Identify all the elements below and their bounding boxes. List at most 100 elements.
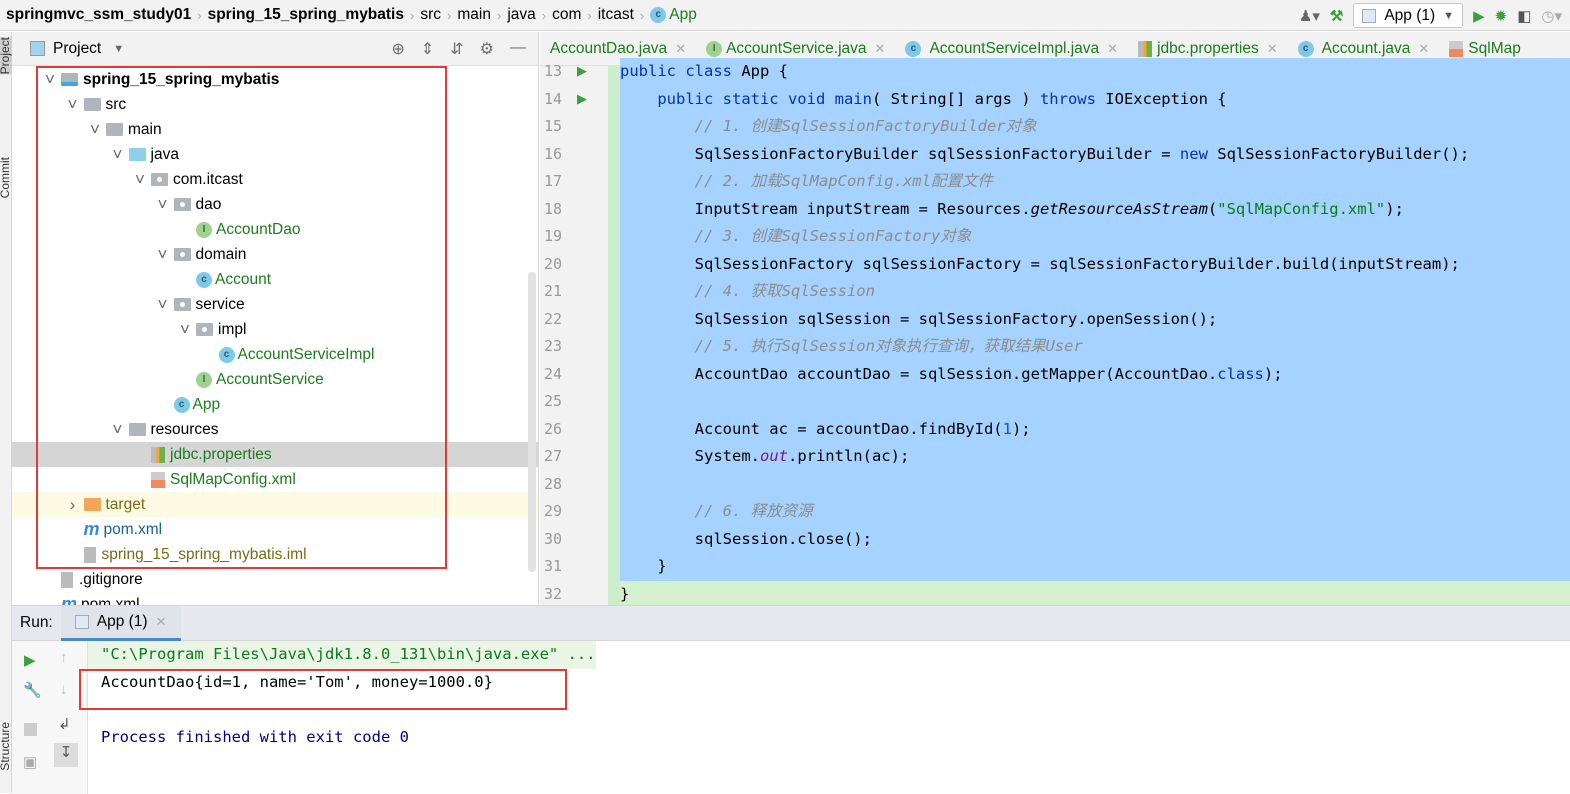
commit-tool-button[interactable]: Commit <box>0 157 12 198</box>
code-token: IOException { <box>1105 89 1227 108</box>
line-number: 28 <box>544 474 563 493</box>
editor-tab[interactable]: AccountDao.java ✕ <box>540 40 696 58</box>
code-line: AccountDao accountDao = sqlSession.getMa… <box>620 360 1570 388</box>
editor-tab[interactable]: SqlMap <box>1439 40 1531 58</box>
editor: AccountDao.java ✕ I AccountService.java ✕ c Ac… <box>540 32 1570 608</box>
run-tab-app[interactable]: App (1) ✕ <box>60 605 181 641</box>
breadcrumb-item[interactable]: springmvc_ssm_study01 <box>2 6 195 24</box>
coverage-icon[interactable]: ◧ <box>1517 7 1531 25</box>
line-number: 29 <box>544 502 563 520</box>
class-icon: c <box>650 6 667 23</box>
line-number: 27 <box>544 447 563 465</box>
tree-item-label: pom.xml <box>81 595 140 606</box>
code-token: InputStream inputStream = Resources. <box>620 199 1031 218</box>
editor-tab[interactable]: I AccountService.java ✕ <box>696 40 895 58</box>
soft-wrap-icon[interactable]: ↲ <box>58 715 71 733</box>
editor-tab[interactable]: jdbc.properties ✕ <box>1128 40 1288 58</box>
run-tab-label: App (1) <box>96 612 148 630</box>
app-config-icon <box>74 614 89 629</box>
tree-scrollbar[interactable] <box>528 272 536 572</box>
locate-icon[interactable]: ⊕ <box>391 39 404 59</box>
code-token: public class <box>620 62 742 80</box>
run-toolbar: ▶ 🔧 ▣ ↑ ↓ ↲ ↧ <box>12 641 88 794</box>
code-token: "SqlMapConfig.xml" <box>1217 199 1386 218</box>
rerun-icon[interactable]: ▶ <box>24 651 36 669</box>
code-token: sqlSession.close(); <box>620 529 872 548</box>
close-icon[interactable]: ✕ <box>675 41 686 57</box>
editor-tab-label: jdbc.properties <box>1157 39 1259 57</box>
code-line: public static void main( String[] args )… <box>620 85 1570 113</box>
close-icon[interactable]: ✕ <box>156 614 167 630</box>
editor-tab[interactable]: c AccountServiceImpl.java ✕ <box>895 40 1128 58</box>
hammer-icon[interactable]: ⚒ <box>1330 7 1343 25</box>
main-toolbar: ♟▾ ⚒ App (1) ▼ ▶ ✹ ◧ ◷▾ <box>1299 0 1570 31</box>
collapse-all-icon[interactable]: ⇵ <box>450 39 463 59</box>
code-line: // 3. 创建SqlSessionFactory对象 <box>620 223 1570 251</box>
code-token: out <box>759 447 788 465</box>
code-token: SqlSession sqlSession = sqlSessionFactor… <box>620 309 1218 328</box>
close-icon[interactable]: ✕ <box>1418 41 1429 57</box>
line-number: 14 <box>544 89 563 108</box>
code-token: 1 <box>1002 419 1012 438</box>
navigation-bar: springmvc_ssm_study01 › spring_15_spring_m… <box>0 0 1570 31</box>
chevron-down-icon[interactable]: ▼ <box>113 43 124 55</box>
structure-tool-button[interactable]: Structure <box>0 722 12 771</box>
breadcrumb-item[interactable]: c App <box>646 6 701 24</box>
code-token: SqlSessionFactoryBuilder(); <box>1217 144 1470 163</box>
camera-icon[interactable]: ▣ <box>23 753 37 771</box>
code-area[interactable]: public class App { public static void ma… <box>620 58 1570 608</box>
line-number: 19 <box>544 227 563 245</box>
code-line <box>620 470 1570 498</box>
line-number: 23 <box>544 337 563 355</box>
code-token: ( <box>1207 199 1218 218</box>
code-token: // 3. 创建SqlSessionFactory对象 <box>694 227 972 245</box>
user-icon[interactable]: ♟▾ <box>1299 7 1320 25</box>
close-icon[interactable]: ✕ <box>1107 41 1118 57</box>
code-token: Account ac = accountDao.findById( <box>620 419 1003 438</box>
code-line: } <box>620 580 1570 608</box>
up-arrow-icon[interactable]: ↑ <box>60 649 68 666</box>
close-icon[interactable]: ✕ <box>1267 41 1278 57</box>
tree-item[interactable]: .gitignore <box>12 567 538 592</box>
line-number: 21 <box>544 282 563 300</box>
debug-icon[interactable]: ✹ <box>1495 7 1508 25</box>
code-token: new <box>1179 144 1218 163</box>
gear-icon[interactable]: ⚙ <box>480 39 494 59</box>
breadcrumb-separator-icon: › <box>410 7 415 23</box>
line-number: 17 <box>544 172 563 190</box>
code-token: System. <box>620 447 760 465</box>
run-gutter-icon[interactable]: ▶ <box>577 91 587 107</box>
minimize-icon[interactable]: — <box>510 39 526 59</box>
breadcrumb-item[interactable]: main <box>453 6 495 24</box>
editor-gutter: 13 ▶ 14 ▶ 15 16 17 18 19 20 21 22 23 24 25 26 27 28 29 30 31… <box>540 62 620 605</box>
code-token: SqlSessionFactory sqlSessionFactory = sq… <box>620 254 1460 273</box>
project-tool-button[interactable]: Project <box>0 37 12 75</box>
breadcrumb-item[interactable]: itcast <box>594 6 638 24</box>
close-icon[interactable]: ✕ <box>875 41 886 57</box>
breadcrumb-separator-icon: › <box>496 7 502 23</box>
run-configuration-select[interactable]: App (1) ▼ <box>1353 3 1464 28</box>
expand-all-icon[interactable]: ⇕ <box>421 39 434 59</box>
maven-icon: m <box>61 594 78 605</box>
breadcrumb-separator-icon: › <box>541 7 547 23</box>
run-icon[interactable]: ▶ <box>1473 7 1485 25</box>
wrench-icon[interactable]: 🔧 <box>23 681 42 699</box>
breadcrumb-item[interactable]: java <box>503 6 539 24</box>
stop-icon[interactable] <box>24 723 37 736</box>
profile-icon[interactable]: ◷▾ <box>1541 7 1562 25</box>
code-token: // 5. 执行SqlSession对象执行查询，获取结果User <box>694 337 1083 355</box>
code-line: InputStream inputStream = Resources.getR… <box>620 195 1570 223</box>
down-arrow-icon[interactable]: ↓ <box>60 681 68 698</box>
breadcrumb-item[interactable]: com <box>548 6 585 24</box>
code-token: .println(ac); <box>787 447 910 465</box>
run-gutter-icon[interactable]: ▶ <box>577 63 587 79</box>
project-view-select[interactable]: Project <box>53 40 101 58</box>
editor-tab[interactable]: c Account.java ✕ <box>1288 40 1440 58</box>
scroll-to-end-icon[interactable]: ↧ <box>54 743 78 767</box>
breadcrumb-separator-icon: › <box>639 7 645 23</box>
breadcrumb-item[interactable]: src <box>416 6 445 24</box>
tree-item[interactable]: m pom.xml <box>12 592 538 605</box>
breadcrumb-item[interactable]: spring_15_spring_mybatis <box>204 6 408 24</box>
project-panel: Project ▼ ⊕ ⇕ ⇵ ⚙ — ˅ spring_15_spring_my… <box>12 32 539 605</box>
